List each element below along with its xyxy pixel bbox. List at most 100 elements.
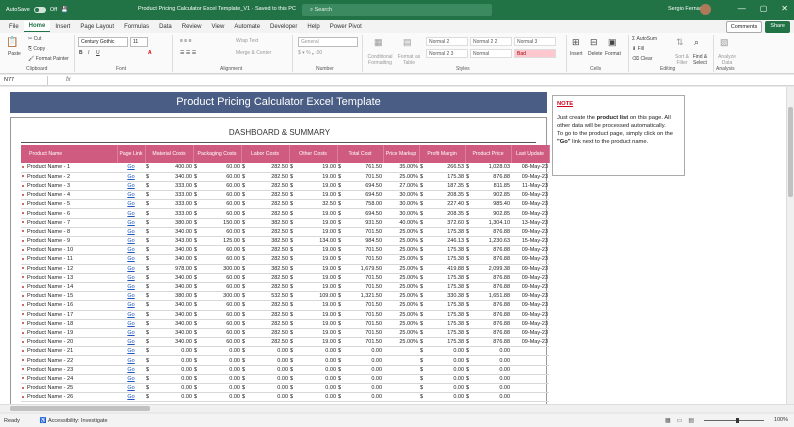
minimize-button[interactable]: — (738, 4, 746, 13)
font-size-select[interactable]: 11 (130, 37, 148, 47)
sort-filter-button[interactable]: Sort & Filter (672, 54, 692, 66)
document-title[interactable]: Product Pricing Calculator Excel Templat… (138, 6, 296, 12)
copy-button[interactable]: ⎘ Copy (28, 46, 45, 52)
cell-style-normal-2[interactable]: Normal 2 (426, 37, 468, 46)
tab-page-layout[interactable]: Page Layout (75, 22, 119, 32)
go-link[interactable]: Go (117, 190, 145, 201)
tab-automate[interactable]: Automate (229, 22, 265, 32)
find-select-button[interactable]: Find & Select (690, 54, 710, 66)
tab-review[interactable]: Review (177, 22, 207, 32)
comments-button[interactable]: Comments (725, 21, 763, 33)
go-link[interactable]: Go (117, 163, 145, 173)
align-top-icon[interactable]: ≡ ≡ ≡ (180, 38, 192, 44)
align-left-icon[interactable]: ☰ ☰ ☰ (180, 50, 196, 56)
autosave-toggle[interactable] (33, 7, 46, 13)
fill-button[interactable]: ⬇ Fill (632, 46, 644, 52)
cut-button[interactable]: ✂ Cut (28, 36, 41, 42)
go-link[interactable]: Go (117, 383, 145, 394)
table-row: Product Name - 12 Go $978.00 $300.00 $382.50… (21, 264, 550, 274)
tab-file[interactable]: File (4, 22, 24, 32)
go-link[interactable]: Go (117, 328, 145, 339)
maximize-button[interactable]: ▢ (760, 4, 768, 13)
go-link[interactable]: Go (117, 254, 145, 265)
format-as-table-button[interactable]: Format as Table (396, 54, 422, 66)
go-link[interactable]: Go (117, 245, 145, 256)
cell-style-bad[interactable]: Bad (514, 49, 556, 58)
vertical-scrollbar[interactable] (786, 87, 794, 404)
avatar[interactable] (700, 4, 711, 15)
zoom-level[interactable]: 100% (774, 417, 788, 423)
go-link[interactable]: Go (117, 319, 145, 329)
go-link[interactable]: Go (117, 392, 145, 403)
wrap-text-button[interactable]: Wrap Text (236, 38, 258, 44)
go-link[interactable]: Go (117, 273, 145, 283)
go-link[interactable]: Go (117, 291, 145, 302)
go-link[interactable]: Go (117, 310, 145, 320)
go-link[interactable]: Go (117, 337, 145, 348)
go-link[interactable]: Go (117, 236, 145, 247)
go-link[interactable]: Go (117, 365, 145, 375)
underline-button[interactable]: U (96, 50, 100, 56)
autosum-button[interactable]: Σ AutoSum (632, 36, 657, 42)
horizontal-scrollbar[interactable] (0, 404, 794, 412)
page-layout-view-icon[interactable]: ▭ (677, 417, 683, 424)
value-cell: 19.00 (299, 245, 338, 256)
go-link[interactable]: Go (117, 208, 145, 219)
currency-icon[interactable]: $ ▾ % ❟ .00 (298, 50, 322, 56)
insert-cells-button[interactable]: Insert (570, 51, 583, 57)
share-button[interactable]: Share (765, 21, 790, 33)
conditional-formatting-button[interactable]: Conditional Formatting (366, 54, 394, 66)
cell-style-normal[interactable]: Normal (470, 49, 512, 58)
zoom-knob[interactable] (736, 418, 739, 423)
go-link[interactable]: Go (117, 227, 145, 238)
save-icon[interactable]: 💾 (61, 7, 68, 13)
horizontal-scroll-thumb[interactable] (10, 406, 150, 411)
go-link[interactable]: Go (117, 282, 145, 293)
search-box[interactable]: ⌕ Search (302, 4, 492, 16)
cell-style-normal-3[interactable]: Normal 3 (514, 37, 556, 46)
paste-button[interactable]: Paste (8, 51, 21, 57)
cell-style-normal-2-2[interactable]: Normal 2 2 (470, 37, 512, 46)
user-name[interactable]: Sergio Fernan (668, 6, 703, 12)
font-color-button[interactable]: A (148, 50, 152, 56)
format-cells-button[interactable]: Format (605, 51, 621, 57)
merge-center-button[interactable]: Merge & Center (236, 50, 271, 56)
go-link[interactable]: Go (117, 264, 145, 274)
go-link[interactable]: Go (117, 172, 145, 182)
go-link[interactable]: Go (117, 218, 145, 228)
clear-button[interactable]: ⌫ Clear (632, 56, 652, 62)
bold-button[interactable]: B (79, 50, 83, 56)
font-family-select[interactable]: Century Gothic (78, 37, 128, 47)
tab-home[interactable]: Home (23, 21, 51, 32)
tab-formulas[interactable]: Formulas (119, 22, 154, 32)
tab-insert[interactable]: Insert (50, 22, 75, 32)
zoom-slider[interactable] (704, 420, 764, 421)
name-box[interactable]: N77 (0, 75, 48, 85)
format-painter-button[interactable]: 🖌 Format Painter (28, 56, 69, 62)
go-link[interactable]: Go (117, 199, 145, 210)
go-link[interactable]: Go (117, 355, 145, 366)
tab-power-pivot[interactable]: Power Pivot (325, 22, 367, 32)
currency-symbol: $ (193, 383, 203, 394)
worksheet[interactable]: Product Pricing Calculator Excel Templat… (0, 87, 790, 404)
function-icon[interactable]: fx (48, 77, 71, 83)
vertical-scroll-thumb[interactable] (788, 107, 793, 197)
tab-help[interactable]: Help (302, 22, 324, 32)
number-format-select[interactable]: General (298, 37, 358, 47)
go-link[interactable]: Go (117, 374, 145, 385)
normal-view-icon[interactable]: ▦ (665, 417, 671, 424)
tab-data[interactable]: Data (154, 22, 177, 32)
page-break-view-icon[interactable]: ▤ (688, 417, 694, 424)
paste-icon[interactable]: 📋 (6, 37, 18, 48)
analyze-data-button[interactable]: Analyze Data (716, 54, 738, 66)
close-button[interactable]: ✕ (781, 4, 788, 13)
tab-developer[interactable]: Developer (265, 22, 302, 32)
tab-view[interactable]: View (206, 22, 229, 32)
go-link[interactable]: Go (117, 181, 145, 192)
go-link[interactable]: Go (117, 300, 145, 311)
accessibility-status[interactable]: ♿ Accessibility: Investigate (20, 418, 108, 424)
cell-style-normal-2-3[interactable]: Normal 2 3 (426, 49, 468, 58)
italic-button[interactable]: I (88, 50, 89, 56)
delete-cells-button[interactable]: Delete (588, 51, 602, 57)
go-link[interactable]: Go (117, 346, 145, 357)
